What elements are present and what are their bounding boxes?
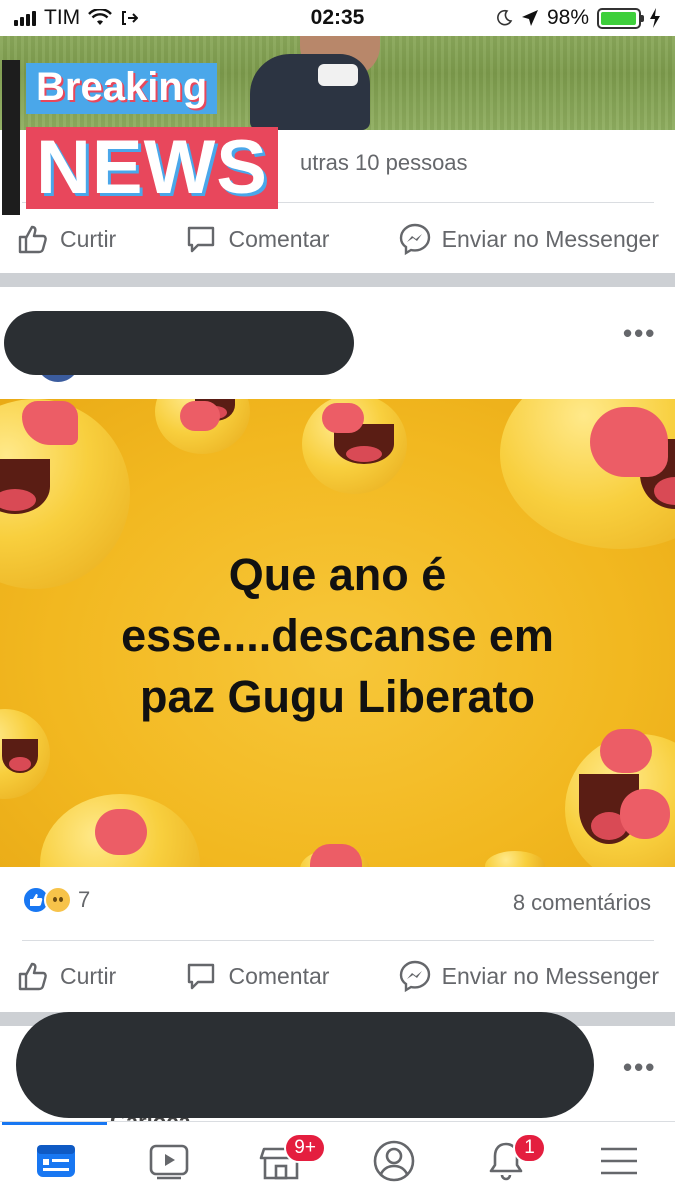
bottom-tab-bar: 9+ 1 [0, 1121, 675, 1200]
reaction-summary[interactable]: 7 [22, 886, 90, 914]
active-tab-indicator [2, 1122, 107, 1125]
tab-menu[interactable] [584, 1131, 654, 1191]
reaction-count: 7 [78, 887, 91, 912]
tab-feed[interactable] [21, 1131, 91, 1191]
comment-label: Comentar [228, 225, 330, 252]
battery-percent: 98% [546, 6, 589, 29]
status-bar: TIM 02:35 98% [0, 0, 675, 36]
news-label: NEWS [26, 127, 278, 209]
post2-image[interactable]: Que ano é esse....descanse em paz Gugu L… [0, 399, 675, 867]
messenger-label: Enviar no Messenger [441, 225, 659, 252]
caption-line-1: Que ano é [228, 549, 447, 600]
post3-more-button[interactable]: ••• [623, 1052, 656, 1083]
battery-icon [597, 7, 644, 29]
comments-count-link[interactable]: 8 comentários [513, 890, 651, 916]
tab-notifications[interactable]: 1 [471, 1131, 546, 1191]
tab-marketplace[interactable]: 9+ [246, 1131, 326, 1191]
post1-likes-summary[interactable]: utras 10 pessoas [300, 150, 468, 176]
comment-icon [188, 226, 215, 253]
caption-line-2: esse....descanse em [121, 610, 554, 661]
charging-icon [650, 8, 660, 28]
post3-author-redacted [16, 1012, 594, 1118]
thumbs-up-icon [18, 962, 47, 991]
messenger-label: Enviar no Messenger [441, 962, 659, 989]
comment-button[interactable]: Comentar [184, 222, 329, 256]
notifications-badge: 1 [513, 1133, 546, 1163]
image-caption: Que ano é esse....descanse em paz Gugu L… [0, 544, 675, 727]
marketplace-badge: 9+ [284, 1133, 326, 1163]
caption-line-3: paz Gugu Liberato [139, 671, 535, 722]
like-button[interactable]: Curtir [16, 222, 116, 256]
post2-more-button[interactable]: ••• [623, 318, 656, 349]
messenger-button[interactable]: Enviar no Messenger [398, 222, 659, 256]
location-arrow-icon [521, 10, 538, 26]
call-forwarding-icon [122, 11, 139, 25]
sad-reaction-icon [44, 886, 72, 914]
clock: 02:35 [310, 6, 365, 29]
comment-label: Comentar [228, 962, 330, 989]
tab-profile[interactable] [359, 1131, 429, 1191]
like-label: Curtir [60, 962, 117, 989]
moon-icon [497, 9, 513, 26]
breaking-label: Breaking [26, 63, 218, 114]
wifi-icon [88, 9, 113, 25]
profile-icon [373, 1140, 415, 1182]
comment-button[interactable]: Comentar [184, 959, 329, 993]
post2-author-redacted [4, 311, 354, 375]
post2-actions: Curtir Comentar Enviar no Messenger [0, 946, 675, 1006]
tab-watch[interactable] [134, 1131, 204, 1191]
breaking-news-overlay: Breaking NEWS [0, 55, 320, 220]
comment-icon [188, 963, 215, 990]
news-feed-icon [37, 1145, 76, 1177]
messenger-icon [399, 960, 430, 993]
messenger-icon [399, 223, 430, 256]
signal-icon [14, 10, 36, 26]
carrier-label: TIM [44, 6, 81, 29]
messenger-button[interactable]: Enviar no Messenger [398, 959, 659, 993]
like-label: Curtir [60, 225, 117, 252]
hamburger-menu-icon [600, 1147, 637, 1175]
thumbs-up-icon [18, 225, 47, 254]
like-button[interactable]: Curtir [16, 959, 116, 993]
watch-video-icon [149, 1144, 189, 1180]
